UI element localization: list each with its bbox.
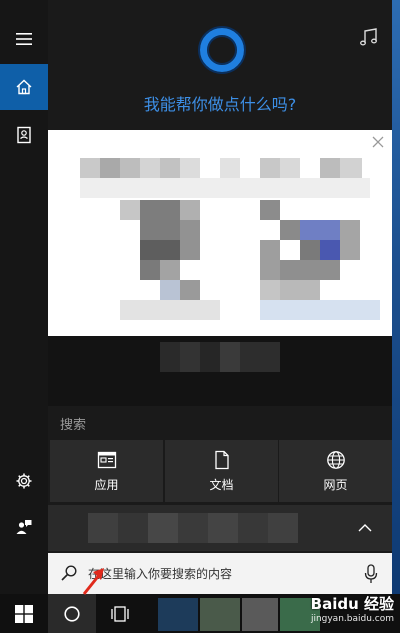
notebook-button[interactable] — [0, 112, 48, 158]
annotation-arrow-icon — [82, 568, 104, 595]
category-web-label: 网页 — [323, 477, 348, 492]
notebook-icon — [17, 126, 31, 144]
settings-button[interactable] — [0, 458, 48, 504]
start-button[interactable] — [0, 594, 48, 633]
cortana-panel: 我能帮你做点什么吗? 搜索 应用 文档 网页 在这里输入你要搜索的内容 — [48, 0, 392, 594]
home-button[interactable] — [0, 64, 48, 110]
cortana-logo-icon — [200, 28, 244, 72]
category-web-button[interactable]: 网页 — [279, 440, 392, 502]
document-icon — [214, 450, 229, 469]
home-icon — [16, 79, 32, 95]
taskbar-app[interactable] — [158, 598, 198, 631]
close-icon[interactable] — [370, 134, 386, 150]
search-section-label: 搜索 — [60, 418, 87, 433]
taskbar-app[interactable] — [242, 598, 278, 631]
chevron-up-icon[interactable] — [356, 519, 374, 537]
task-view-icon — [111, 605, 129, 622]
watermark-sub: jingyan.baidu.com — [310, 614, 394, 624]
apps-icon — [97, 451, 116, 468]
watermark-main: Baidu 经验 — [310, 595, 394, 613]
windows-logo-icon — [15, 604, 33, 623]
cortana-header: 我能帮你做点什么吗? — [48, 0, 392, 130]
taskbar-app[interactable] — [200, 598, 240, 631]
desktop-background — [392, 0, 400, 594]
search-input[interactable] — [88, 563, 348, 585]
search-icon — [61, 565, 77, 581]
music-note-icon[interactable] — [358, 26, 380, 48]
task-view-button[interactable] — [96, 594, 144, 633]
microphone-icon[interactable] — [364, 564, 378, 584]
feedback-icon — [16, 520, 32, 534]
hamburger-menu-button[interactable] — [0, 16, 48, 62]
category-apps-label: 应用 — [94, 477, 119, 492]
category-apps-button[interactable]: 应用 — [50, 440, 163, 502]
blurred-result-strip — [48, 336, 392, 406]
cortana-greeting: 我能帮你做点什么吗? — [143, 95, 297, 114]
suggestion-card[interactable] — [48, 130, 392, 336]
category-documents-button[interactable]: 文档 — [165, 440, 278, 502]
hamburger-menu-icon — [16, 33, 32, 45]
baidu-watermark: Baidu 经验 jingyan.baidu.com — [311, 593, 394, 624]
globe-icon — [326, 450, 345, 469]
feedback-button[interactable] — [0, 504, 48, 550]
cortana-taskbar-button[interactable] — [48, 594, 96, 633]
category-documents-label: 文档 — [209, 477, 234, 492]
cortana-circle-icon — [64, 605, 80, 622]
blurred-suggestion-strip[interactable] — [48, 505, 392, 551]
cortana-left-rail — [0, 0, 48, 594]
settings-gear-icon — [16, 473, 32, 489]
